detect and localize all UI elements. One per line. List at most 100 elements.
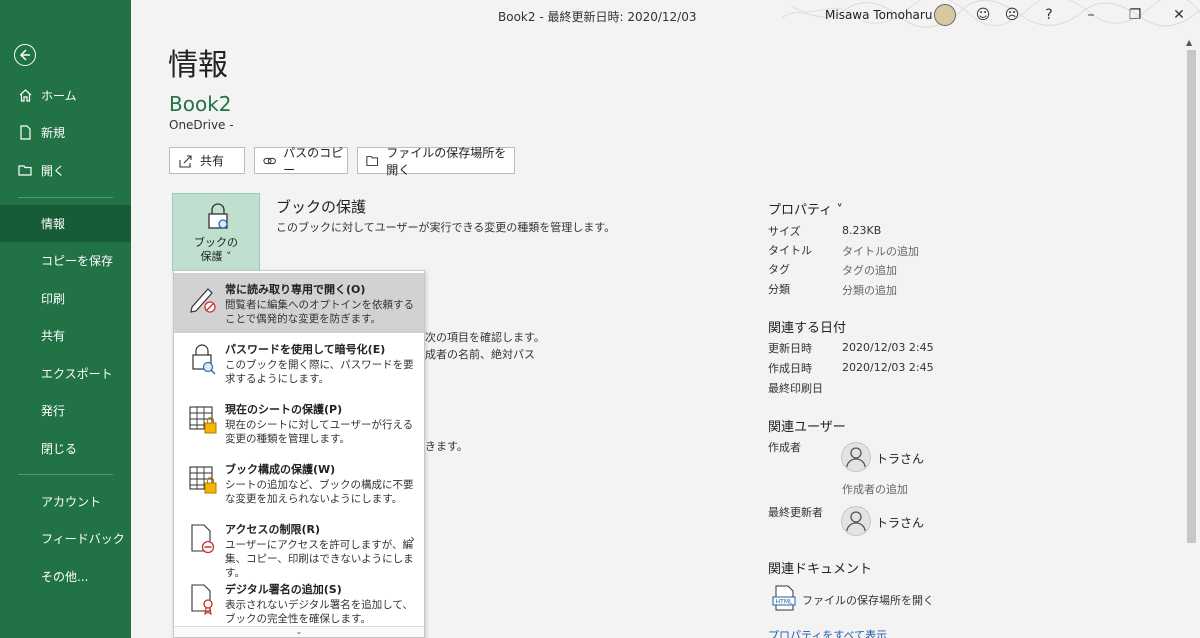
inspect-text-fragment: 次の項目を確認します。 [425, 331, 545, 344]
related-people-header: 関連ユーザー [768, 420, 846, 435]
show-all-properties-link[interactable]: プロパティをすべて表示 [768, 627, 887, 638]
modified-date-key: 更新日時 [768, 342, 812, 355]
share-button[interactable]: 共有 [169, 147, 245, 174]
nav-open[interactable]: 開く [0, 152, 131, 189]
nav-save-copy[interactable]: コピーを保存 [0, 242, 131, 279]
signed-in-user-name[interactable]: Misawa Tomoharu [825, 8, 932, 22]
nav-print[interactable]: 印刷 [0, 280, 131, 317]
nav-account-label: アカウント [41, 495, 102, 509]
home-icon [19, 89, 32, 102]
menu-item-description: 表示されないデジタル署名を追加して、ブックの完全性を確保します。 [225, 599, 413, 625]
last-modified-by-key: 最終更新者 [768, 506, 823, 519]
menu-restrict-access[interactable]: アクセスの制限(R) ユーザーにアクセスを許可しますが、編集、コピー、印刷はでき… [174, 513, 424, 579]
close-window-icon[interactable]: ✕ [1170, 6, 1188, 24]
copy-path-button[interactable]: パスのコピー [254, 146, 348, 177]
workbook-name: Book2 [169, 92, 232, 116]
property-title-key: タイトル [768, 244, 812, 257]
nav-save-copy-label: コピーを保存 [41, 254, 114, 268]
workbook-structure-lock-icon [189, 466, 217, 494]
nav-export[interactable]: エクスポート [0, 355, 131, 392]
nav-home[interactable]: ホーム [0, 77, 131, 114]
pencil-prohibited-icon [190, 288, 216, 313]
user-avatar[interactable] [934, 4, 956, 26]
nav-info[interactable]: 情報 [0, 205, 131, 242]
back-arrow-icon[interactable] [14, 44, 36, 66]
nav-new-label: 新規 [41, 126, 66, 140]
nav-feedback[interactable]: フィードバック [0, 520, 131, 557]
last-printed-key: 最終印刷日 [768, 382, 823, 395]
scrollbar-thumb[interactable] [1187, 50, 1196, 543]
protect-section-title: ブックの保護 [276, 198, 367, 216]
protect-label-line2: 保護 ˅ [200, 250, 232, 263]
add-author-link[interactable]: 作成者の追加 [842, 481, 908, 497]
share-button-label: 共有 [200, 154, 225, 168]
protect-workbook-button[interactable]: ブックの 保護 ˅ [172, 193, 260, 271]
property-category-key: 分類 [768, 283, 790, 296]
property-title-value[interactable]: タイトルの追加 [842, 243, 919, 259]
menu-protect-workbook-structure[interactable]: ブック構成の保護(W) シートの追加など、ブックの構成に不要な変更を加えられない… [174, 453, 424, 513]
created-date-key: 作成日時 [768, 362, 812, 375]
modified-date-value: 2020/12/03 2:45 [842, 341, 934, 354]
restore-icon[interactable]: ❐ [1126, 6, 1144, 24]
nav-feedback-label: フィードバック [41, 532, 125, 546]
frown-feedback-icon[interactable]: ☹ [1003, 6, 1021, 24]
sheet-lock-icon [189, 406, 217, 434]
last-modified-by-avatar [841, 506, 871, 536]
menu-item-description: シートの追加など、ブックの構成に不要な変更を加えられないようにします。 [225, 479, 414, 505]
menu-protect-current-sheet[interactable]: 現在のシートの保護(P) 現在のシートに対してユーザーが行える変更の種類を管理し… [174, 393, 424, 453]
lock-key-icon [192, 344, 216, 375]
nav-account[interactable]: アカウント [0, 483, 131, 520]
protect-section-description: このブックに対してユーザーが実行できる変更の種類を管理します。 [276, 221, 616, 234]
menu-item-title: 常に読み取り専用で開く(O) [225, 283, 366, 296]
person-icon [846, 447, 866, 468]
html-document-icon: HTML [772, 585, 796, 611]
nav-publish[interactable]: 発行 [0, 392, 131, 429]
inspect-text-fragment: 成者の名前、絶対パス [425, 348, 535, 361]
nav-open-label: 開く [41, 164, 66, 178]
menu-add-digital-signature[interactable]: デジタル署名の追加(S) 表示されないデジタル署名を追加して、ブックの完全性を確… [174, 573, 424, 633]
property-tags-value[interactable]: タグの追加 [842, 262, 897, 278]
workbook-location: OneDrive - [169, 118, 234, 132]
minimize-icon[interactable]: – [1082, 6, 1100, 24]
open-file-location-label: ファイルの保存場所を開く [386, 145, 507, 177]
folder-open-icon [18, 165, 32, 176]
nav-more[interactable]: その他... [0, 558, 131, 595]
nav-share[interactable]: 共有 [0, 317, 131, 354]
sidebar-divider [18, 197, 113, 198]
nav-close[interactable]: 閉じる [0, 430, 131, 467]
scroll-up-arrow-icon[interactable]: ▲ [1186, 38, 1192, 47]
share-icon [179, 154, 192, 168]
menu-item-description: 現在のシートに対してユーザーが行える変更の種類を管理します。 [225, 419, 414, 445]
window-title: Book2 - 最終更新日時: 2020/12/03 [498, 10, 697, 24]
menu-item-description: このブックを開く際に、パスワードを要求するようにします。 [225, 359, 414, 385]
smile-feedback-icon[interactable]: ☺ [974, 6, 992, 24]
menu-scroll-down-indicator[interactable]: ⌄ [174, 626, 424, 637]
menu-item-title: パスワードを使用して暗号化(E) [225, 343, 386, 356]
menu-item-title: 現在のシートの保護(P) [225, 403, 343, 416]
author-name[interactable]: トラさん [876, 450, 924, 467]
property-size-value: 8.23KB [842, 224, 882, 237]
nav-more-label: その他... [41, 570, 89, 584]
property-tags-key: タグ [768, 263, 790, 276]
nav-publish-label: 発行 [41, 404, 66, 418]
nav-new[interactable]: 新規 [0, 114, 131, 151]
menu-item-title: デジタル署名の追加(S) [225, 583, 342, 596]
open-file-location-link[interactable]: ファイルの保存場所を開く [802, 592, 934, 608]
folder-open-icon [366, 155, 379, 166]
sidebar-divider [18, 474, 113, 475]
properties-header[interactable]: プロパティ ˅ [768, 199, 843, 218]
open-file-location-button[interactable]: ファイルの保存場所を開く [357, 146, 515, 177]
last-modified-by-name[interactable]: トラさん [876, 514, 924, 531]
help-icon[interactable]: ? [1040, 6, 1058, 24]
nav-export-label: エクスポート [41, 367, 113, 381]
nav-home-label: ホーム [41, 89, 77, 103]
menu-item-title: ブック構成の保護(W) [225, 463, 336, 476]
protect-workbook-label: ブックの 保護 ˅ [173, 236, 259, 264]
new-document-icon [20, 125, 31, 140]
page-title: 情報 [168, 48, 228, 83]
menu-encrypt-with-password[interactable]: パスワードを使用して暗号化(E) このブックを開く際に、パスワードを要求するよう… [174, 333, 424, 393]
menu-item-title: アクセスの制限(R) [225, 523, 320, 536]
protect-workbook-menu: 常に読み取り専用で開く(O) 閲覧者に編集へのオプトインを依頼することで偶発的な… [173, 270, 425, 638]
property-category-value[interactable]: 分類の追加 [842, 282, 897, 298]
menu-always-open-read-only[interactable]: 常に読み取り専用で開く(O) 閲覧者に編集へのオプトインを依頼することで偶発的な… [174, 273, 424, 333]
